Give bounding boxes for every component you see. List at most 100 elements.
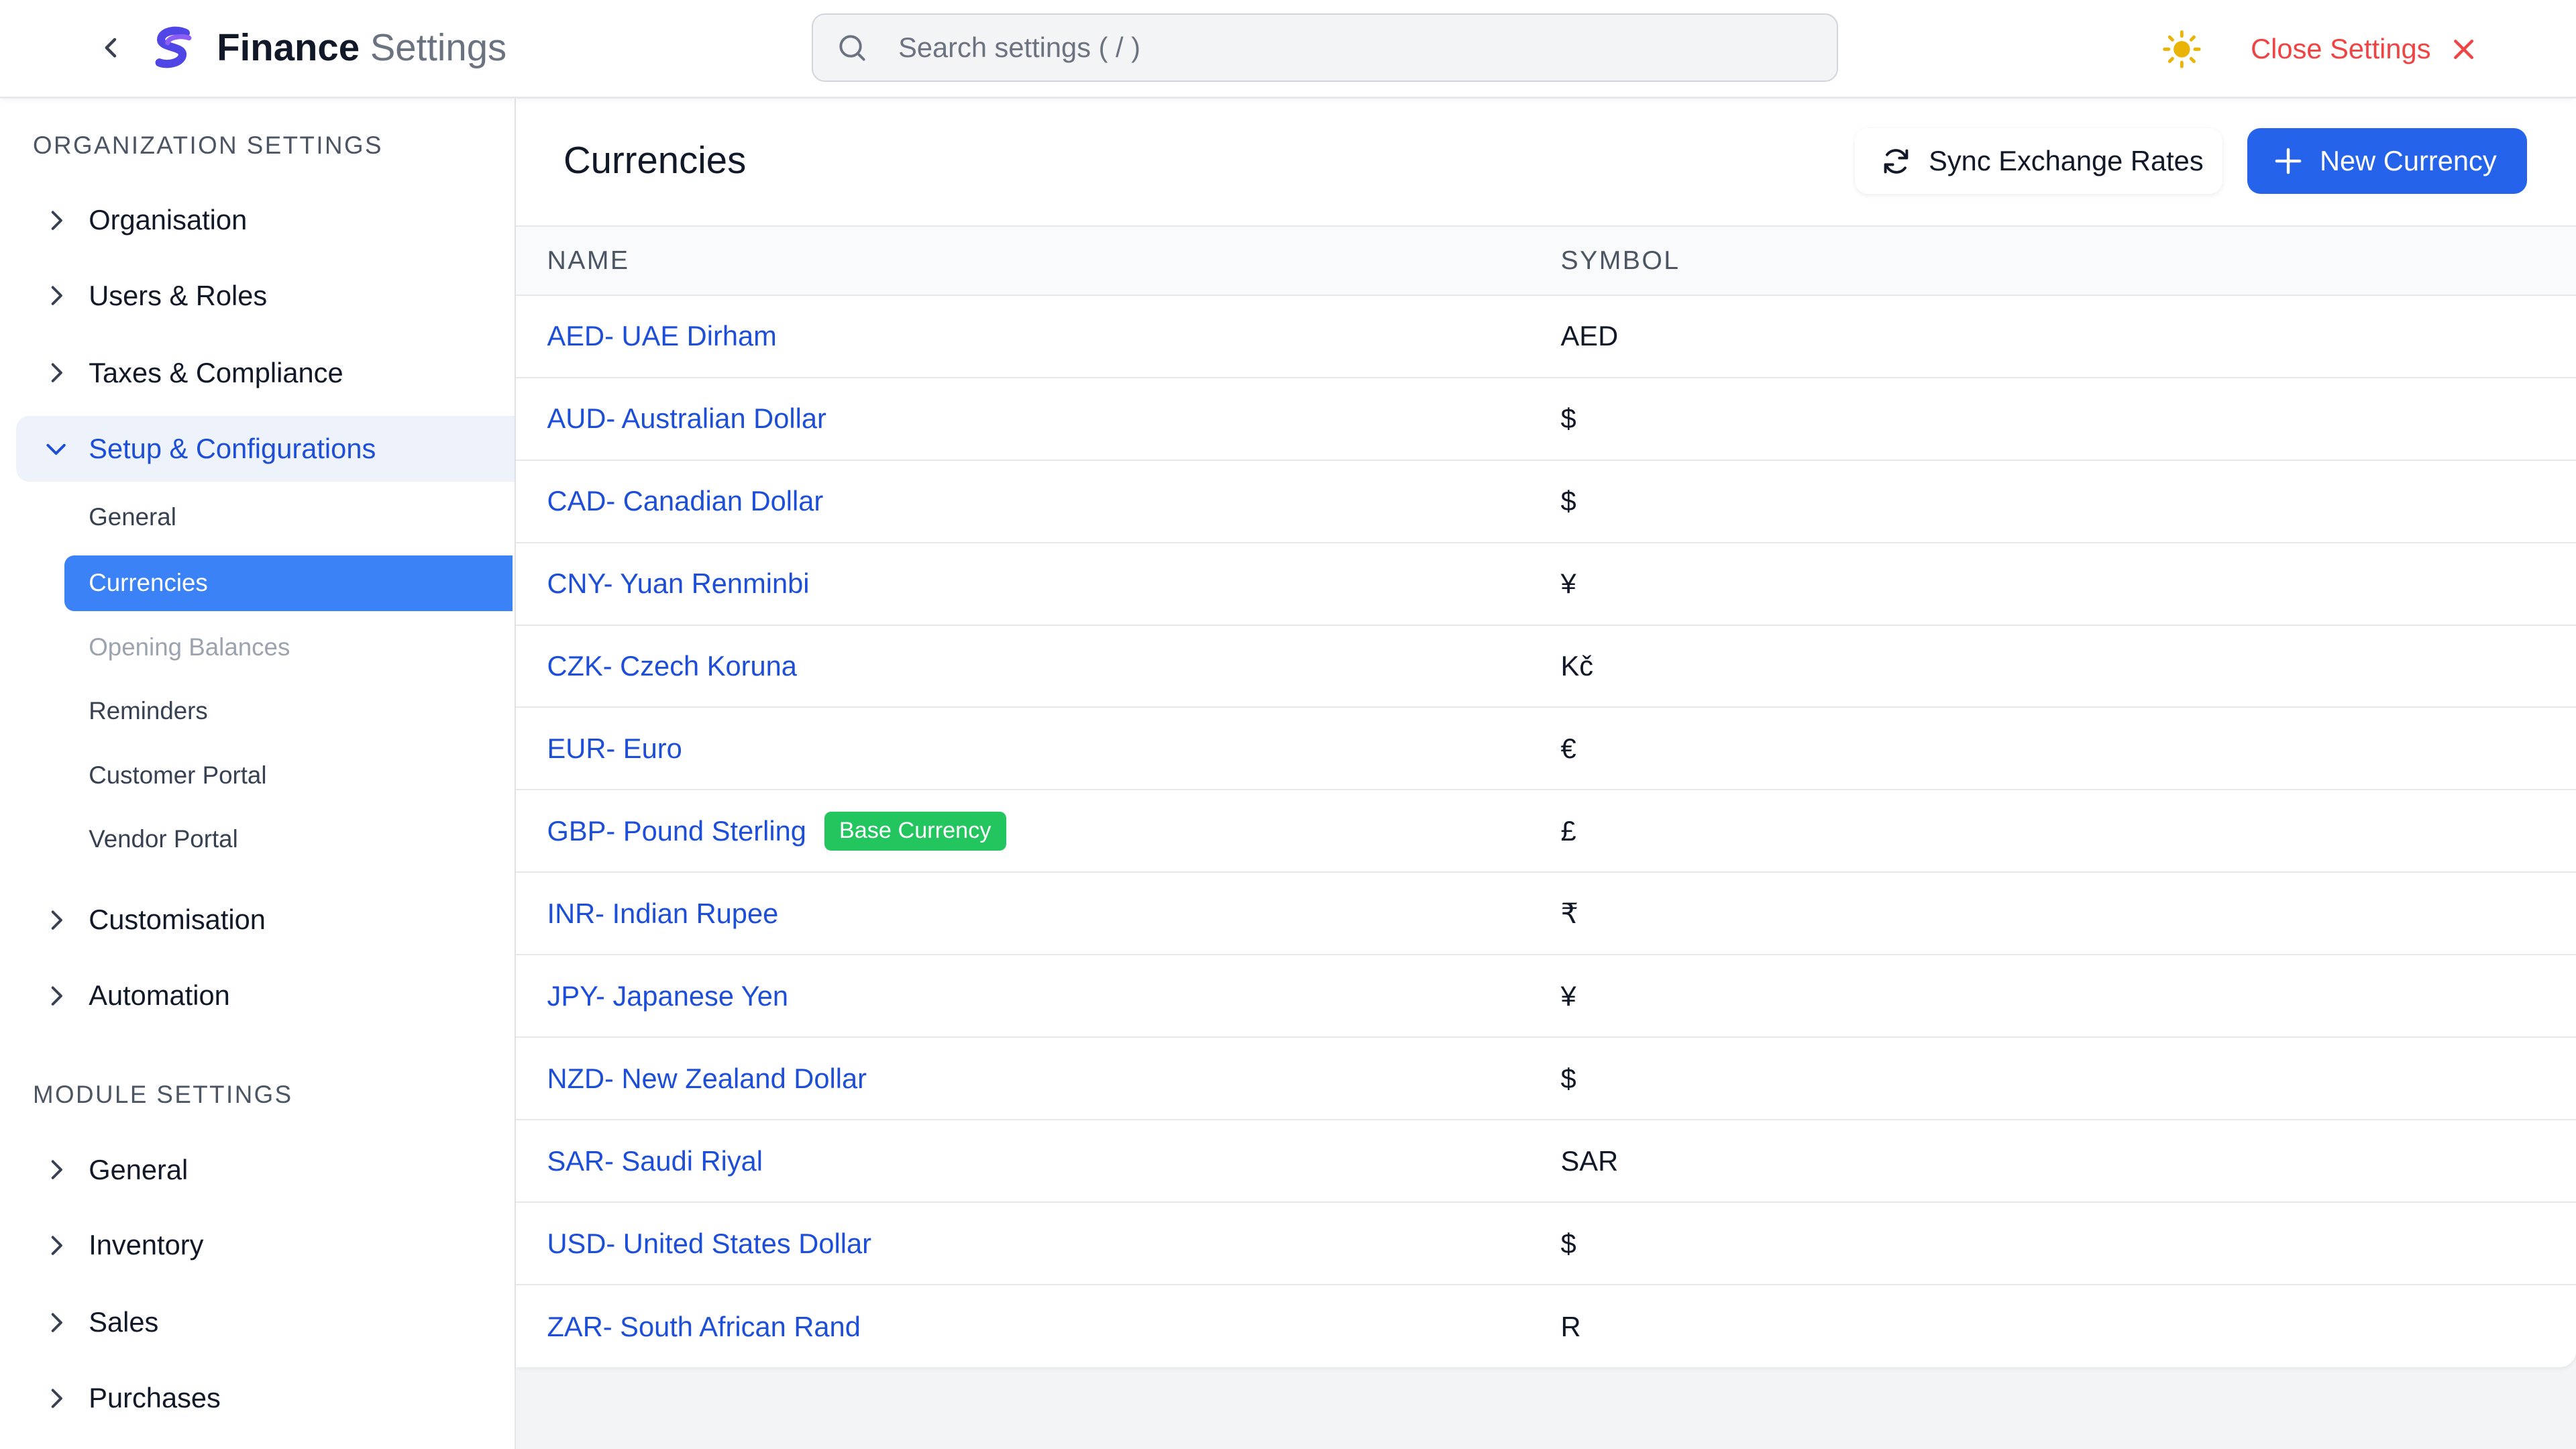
sidebar-subitem-opening-balances: Opening Balances xyxy=(89,633,290,661)
currency-name-link[interactable]: CNY- Yuan Renminbi xyxy=(547,568,810,600)
sidebar-item-inventory[interactable]: Inventory xyxy=(16,1212,514,1278)
search-icon xyxy=(836,32,869,64)
sidebar-item-setup-configurations[interactable]: Setup & Configurations xyxy=(16,415,515,482)
sidebar-item-label: Customisation xyxy=(89,904,266,936)
sidebar-item-label: Users & Roles xyxy=(89,279,268,311)
currency-name-cell: EUR- Euro xyxy=(547,708,682,789)
sidebar-item-taxes-compliance[interactable]: Taxes & Compliance xyxy=(16,340,514,406)
currency-name-cell: USD- United States Dollar xyxy=(547,1203,871,1284)
sidebar-item-label: Organisation xyxy=(89,204,248,236)
currency-symbol-cell: Kč xyxy=(1560,650,1594,682)
section-title-organization: ORGANIZATION SETTINGS xyxy=(32,131,383,159)
currency-symbol-cell: $ xyxy=(1560,1062,1576,1094)
sidebar-item-label: Inventory xyxy=(89,1229,204,1261)
currency-name-link[interactable]: CZK- Czech Koruna xyxy=(547,650,797,682)
column-header-symbol: SYMBOL xyxy=(1560,246,1680,275)
table-row[interactable]: GBP- Pound Sterling Base Currency £ xyxy=(515,790,2576,873)
currency-symbol-cell: ¥ xyxy=(1560,568,1576,600)
currencies-table: NAME SYMBOL AED- UAE Dirham AED AUD- Austr… xyxy=(515,225,2576,1368)
sidebar-item-customisation[interactable]: Customisation xyxy=(16,887,514,953)
app-title-light: Settings xyxy=(370,26,507,69)
top-bar: Finance Settings Search settings (/) C… xyxy=(0,0,2576,99)
sidebar-subitem-general[interactable]: General xyxy=(64,490,513,545)
base-currency-badge: Base Currency xyxy=(824,811,1006,851)
table-row[interactable]: JPY- Japanese Yen ¥ xyxy=(515,955,2576,1038)
sidebar-item-module-general[interactable]: General xyxy=(16,1137,514,1203)
chevron-right-icon xyxy=(43,1309,69,1336)
table-row[interactable]: EUR- Euro € xyxy=(515,708,2576,791)
currency-name-link[interactable]: EUR- Euro xyxy=(547,733,682,765)
chevron-left-icon xyxy=(105,38,117,58)
sidebar-subitem-vendor-portal[interactable]: Vendor Portal xyxy=(64,812,513,867)
new-currency-button[interactable]: New Currency xyxy=(2247,128,2527,194)
table-row[interactable]: SAR- Saudi Riyal SAR xyxy=(515,1120,2576,1203)
sidebar-item-organisation[interactable]: Organisation xyxy=(16,187,514,253)
settings-page: Finance Settings Search settings (/) C… xyxy=(0,0,2576,1449)
table-row[interactable]: AED- UAE Dirham AED xyxy=(515,296,2576,378)
plus-icon xyxy=(2273,146,2303,176)
sidebar-item-label: Sales xyxy=(89,1306,159,1338)
sidebar-subitem-currencies[interactable]: Currencies xyxy=(64,555,513,612)
currency-name-cell: AUD- Australian Dollar xyxy=(547,378,826,460)
close-icon xyxy=(2451,36,2477,62)
search-box xyxy=(811,13,1839,83)
app-logo-icon xyxy=(155,26,192,68)
currency-name-cell: NZD- New Zealand Dollar xyxy=(547,1038,867,1119)
sync-label: Sync Exchange Rates xyxy=(1929,144,2204,176)
sidebar-item-label: Automation xyxy=(89,979,230,1012)
page-title: Currencies xyxy=(564,138,747,181)
theme-toggle-button[interactable] xyxy=(2162,30,2202,69)
table-row[interactable]: AUD- Australian Dollar $ xyxy=(515,378,2576,461)
currency-name-cell: CNY- Yuan Renminbi xyxy=(547,543,810,625)
table-row[interactable]: NZD- New Zealand Dollar $ xyxy=(515,1038,2576,1121)
currency-name-link[interactable]: USD- United States Dollar xyxy=(547,1228,871,1260)
close-settings-label: Close Settings xyxy=(2251,33,2431,65)
currency-name-cell: GBP- Pound Sterling Base Currency xyxy=(547,790,1006,871)
currency-name-link[interactable]: NZD- New Zealand Dollar xyxy=(547,1063,867,1095)
currency-name-link[interactable]: GBP- Pound Sterling xyxy=(547,815,806,847)
currency-name-cell: CZK- Czech Koruna xyxy=(547,626,797,707)
table-row[interactable]: ZAR- South African Rand R xyxy=(516,1285,2576,1368)
table-row[interactable]: CNY- Yuan Renminbi ¥ xyxy=(515,543,2576,626)
sidebar-item-label: Purchases xyxy=(89,1382,221,1414)
chevron-right-icon xyxy=(43,1157,69,1183)
table-row[interactable]: USD- United States Dollar $ xyxy=(515,1203,2576,1286)
currency-name-link[interactable]: CAD- Canadian Dollar xyxy=(547,485,824,517)
currency-symbol-cell: ¥ xyxy=(1560,979,1576,1012)
sidebar-item-automation[interactable]: Automation xyxy=(16,963,514,1028)
currency-name-link[interactable]: ZAR- South African Rand xyxy=(547,1311,861,1343)
column-header-name: NAME xyxy=(547,246,630,275)
currencies-panel: Currencies Sync Exchange Rates New Curre… xyxy=(515,98,2576,1368)
back-button[interactable] xyxy=(95,32,128,64)
currency-symbol-cell: £ xyxy=(1560,814,1576,847)
close-settings-button[interactable]: Close Settings xyxy=(2251,28,2477,71)
new-currency-label: New Currency xyxy=(2319,144,2497,176)
currency-name-link[interactable]: SAR- Saudi Riyal xyxy=(547,1145,763,1177)
currency-name-link[interactable]: AUD- Australian Dollar xyxy=(547,402,826,435)
sidebar-subitem-customer-portal[interactable]: Customer Portal xyxy=(64,747,513,803)
sidebar-subitem-reminders[interactable]: Reminders xyxy=(64,684,513,739)
chevron-right-icon xyxy=(43,360,69,386)
sidebar-item-label: Setup & Configurations xyxy=(89,432,376,464)
currency-name-link[interactable]: JPY- Japanese Yen xyxy=(547,980,789,1012)
chevron-down-icon xyxy=(43,435,69,462)
currency-name-cell: JPY- Japanese Yen xyxy=(547,955,789,1036)
currency-name-cell: AED- UAE Dirham xyxy=(547,296,777,377)
sidebar-item-label: General xyxy=(89,1153,189,1185)
app-title-strong: Finance xyxy=(217,26,360,69)
sidebar-item-purchases[interactable]: Purchases xyxy=(16,1365,514,1431)
currency-symbol-cell: $ xyxy=(1560,1227,1576,1259)
sidebar-item-sales[interactable]: Sales xyxy=(16,1289,514,1355)
currency-symbol-cell: AED xyxy=(1560,320,1619,352)
section-title-module: MODULE SETTINGS xyxy=(32,1081,293,1109)
sidebar-item-users-roles[interactable]: Users & Roles xyxy=(16,263,514,329)
sync-exchange-rates-button[interactable]: Sync Exchange Rates xyxy=(1854,128,2223,194)
table-row[interactable]: CAD- Canadian Dollar $ xyxy=(515,461,2576,543)
currency-name-link[interactable]: AED- UAE Dirham xyxy=(547,320,777,352)
table-row[interactable]: CZK- Czech Koruna Kč xyxy=(515,626,2576,708)
currency-symbol-cell: $ xyxy=(1560,402,1576,435)
currency-name-link[interactable]: INR- Indian Rupee xyxy=(547,898,779,930)
currency-name-cell: CAD- Canadian Dollar xyxy=(547,461,824,542)
table-row[interactable]: INR- Indian Rupee ₹ xyxy=(515,873,2576,956)
search-input[interactable] xyxy=(895,30,1822,66)
